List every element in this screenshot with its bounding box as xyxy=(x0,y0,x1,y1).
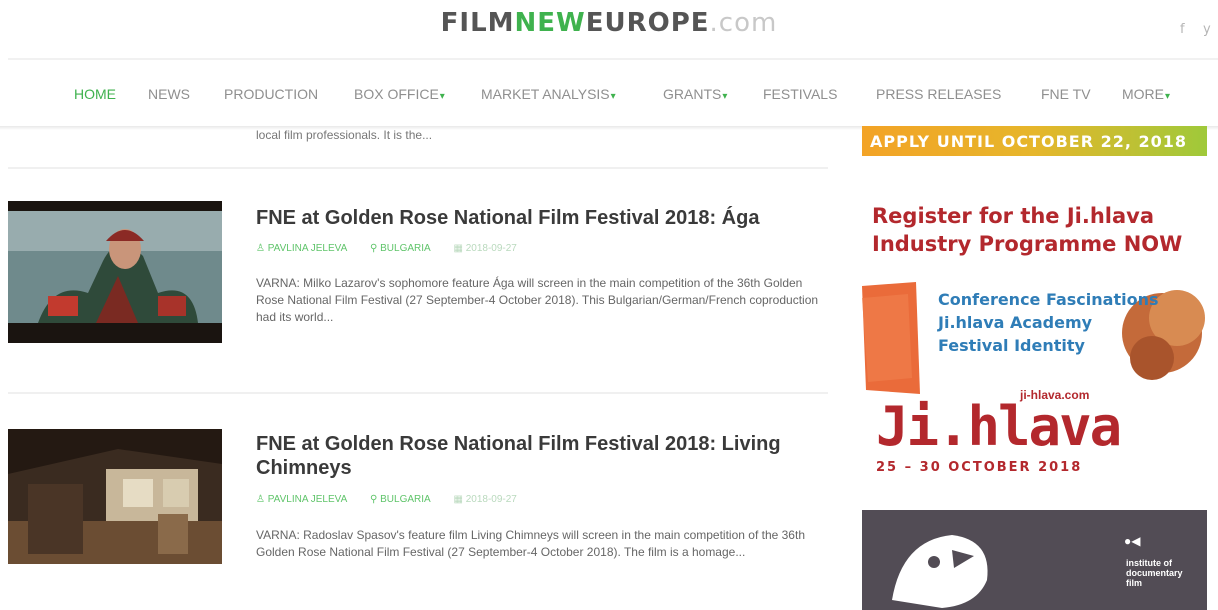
article-excerpt: VARNA: Radoslav Spasov's feature film Li… xyxy=(256,528,805,559)
jihlava-headline-line1: Register for the Ji.hlava xyxy=(872,204,1155,228)
nav-home[interactable]: HOME xyxy=(74,86,116,102)
jihlava-item: Conference Fascinations xyxy=(938,290,1159,309)
nav-more-label: MORE xyxy=(1122,86,1164,102)
article-title[interactable]: FNE at Golden Rose National Film Festiva… xyxy=(256,206,816,230)
jihlava-program-list: Conference Fascinations Ji.hlava Academy… xyxy=(938,288,1158,357)
nav-production[interactable]: PRODUCTION xyxy=(224,86,318,102)
logo-dotcom: .com xyxy=(709,8,778,38)
jihlava-logo: Ji.hlava xyxy=(876,395,1122,458)
article-excerpt: VARNA: Milko Lazarov's sophomore feature… xyxy=(256,276,819,324)
chevron-down-icon: ▾ xyxy=(610,91,616,102)
jihlava-headline-line2: Industry Programme NOW xyxy=(872,232,1183,256)
article-title[interactable]: FNE at Golden Rose National Film Festiva… xyxy=(256,432,816,480)
article-thumbnail[interactable] xyxy=(8,429,222,564)
main-nav: HOME NEWS PRODUCTION BOX OFFICE▾ MARKET … xyxy=(0,60,1218,126)
nav-market-analysis[interactable]: MARKET ANALYSIS▾ xyxy=(481,86,616,102)
article-date: ▦ 2018-09-27 xyxy=(453,494,517,505)
author-name: PAVLINA JELEVA xyxy=(267,494,348,505)
previous-article-excerpt: local film professionals. It is the... xyxy=(256,128,433,142)
date-value: 2018-09-27 xyxy=(465,494,517,505)
chevron-down-icon: ▾ xyxy=(439,91,445,102)
nav-grants-label: GRANTS xyxy=(663,86,722,102)
apply-banner-text: APPLY UNTIL OCTOBER 22, 2018 xyxy=(870,132,1188,151)
nav-grants[interactable]: GRANTS▾ xyxy=(663,86,727,102)
jihlava-item: Ji.hlava Academy xyxy=(938,313,1093,332)
article-country[interactable]: ⚲ BULGARIA xyxy=(370,494,441,505)
jihlava-headline: Register for the Ji.hlava Industry Progr… xyxy=(872,202,1182,258)
nav-box-office[interactable]: BOX OFFICE▾ xyxy=(354,86,445,102)
logo-film: FILM xyxy=(440,8,515,38)
idf-name-line: documentary xyxy=(1126,568,1183,578)
jihlava-dates: 25 – 30 OCTOBER 2018 xyxy=(876,460,1083,475)
article-author[interactable]: ♙ PAVLINA JELEVA xyxy=(256,494,357,505)
nav-news[interactable]: NEWS xyxy=(148,86,190,102)
chevron-down-icon: ▾ xyxy=(1165,91,1171,102)
date-value: 2018-09-27 xyxy=(465,243,517,254)
facebook-icon[interactable]: f xyxy=(1180,22,1185,37)
nav-box-office-label: BOX OFFICE xyxy=(354,86,439,102)
jihlava-item: Festival Identity xyxy=(938,336,1085,355)
country-name: BULGARIA xyxy=(380,494,431,505)
nav-market-analysis-label: MARKET ANALYSIS xyxy=(481,86,610,102)
logo-new: NEW xyxy=(514,8,586,38)
article-thumbnail[interactable] xyxy=(8,201,222,343)
idf-ad-art xyxy=(892,535,988,608)
nav-fne-tv[interactable]: FNE TV xyxy=(1041,86,1091,102)
logo-europe: EUROPE xyxy=(585,8,710,38)
jihlava-ad[interactable]: Register for the Ji.hlava Industry Progr… xyxy=(862,192,1207,482)
site-logo[interactable]: FILMNEWEUROPE.com xyxy=(0,8,1218,38)
article-divider xyxy=(8,392,828,394)
country-name: BULGARIA xyxy=(380,243,431,254)
idf-logo-icon: ●◀ xyxy=(1124,534,1141,548)
article-meta: ♙ PAVLINA JELEVA ⚲ BULGARIA ▦ 2018-09-27 xyxy=(256,494,537,505)
site-header: FILMNEWEUROPE.com f y xyxy=(0,0,1218,56)
article-country[interactable]: ⚲ BULGARIA xyxy=(370,243,441,254)
article-date: ▦ 2018-09-27 xyxy=(453,243,517,254)
idf-name-line: film xyxy=(1126,578,1143,588)
article-meta: ♙ PAVLINA JELEVA ⚲ BULGARIA ▦ 2018-09-27 xyxy=(256,243,537,254)
apply-banner[interactable]: APPLY UNTIL OCTOBER 22, 2018 xyxy=(862,126,1207,156)
author-name: PAVLINA JELEVA xyxy=(267,243,348,254)
idf-name: institute of documentary film xyxy=(1126,558,1186,588)
article-divider xyxy=(8,167,828,169)
chevron-down-icon: ▾ xyxy=(722,91,728,102)
idf-name-line: institute of xyxy=(1126,558,1172,568)
nav-festivals[interactable]: FESTIVALS xyxy=(763,86,837,102)
nav-press-releases[interactable]: PRESS RELEASES xyxy=(876,86,1001,102)
article-author[interactable]: ♙ PAVLINA JELEVA xyxy=(256,243,357,254)
nav-more[interactable]: MORE▾ xyxy=(1122,86,1170,102)
twitter-icon[interactable]: y xyxy=(1203,22,1211,37)
idf-ad[interactable]: ●◀ institute of documentary film xyxy=(862,510,1207,610)
